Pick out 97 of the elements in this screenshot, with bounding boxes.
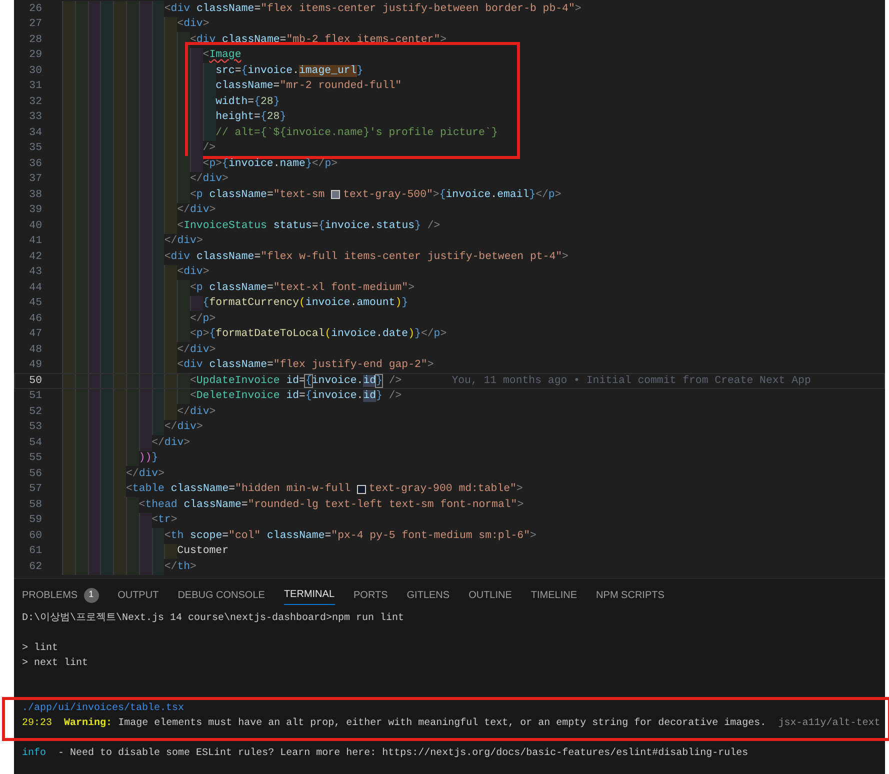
code-text: </div> <box>126 466 164 482</box>
code-text: <div> <box>177 265 210 280</box>
code-text: width={28} <box>216 94 280 110</box>
code-text: ))} <box>138 451 158 466</box>
code-text: </div> <box>164 234 203 250</box>
file-path: ./app/ui/invoices/table.tsx <box>22 702 184 716</box>
line-number: 45 <box>28 296 42 312</box>
terminal-output: > lint <box>22 642 58 656</box>
line-number: 62 <box>28 560 42 575</box>
line-number: 36 <box>28 156 42 172</box>
panel-tab[interactable]: GITLENS <box>406 585 450 605</box>
code-text: <DeleteInvoice id={invoice.id} /> <box>190 389 402 404</box>
code-text: src={invoice.image_url} <box>216 64 364 79</box>
code-text: text-gray-900 md:table"> <box>368 482 523 498</box>
line-number: 37 <box>28 172 42 188</box>
line-number: 46 <box>28 312 42 327</box>
terminal-command: D:\이상범\프로젝트\Next.js 14 course\nextjs-dashboard>npm run lint <box>22 612 404 626</box>
warning-message: 29:23 Warning: Image elements must have an alt prop, either with meaningful text, or an empty string for decorative images. jsx-a11y/alt-text <box>22 716 880 731</box>
code-text: <div className="flex items-center justify-between border-b pb-4"> <box>164 2 582 17</box>
line-number: 42 <box>28 250 42 265</box>
indent-guides-drawing <box>62 482 126 497</box>
line-number: 58 <box>28 498 42 513</box>
code-text: className="mr-2 rounded-full" <box>216 79 402 94</box>
blame-annotation: You, 11 months ago • Initial commit from Create Next App <box>452 374 811 389</box>
panel-tab[interactable]: PROBLEMS 1 <box>22 585 99 605</box>
code-text: <tr> <box>152 513 178 528</box>
code-text: <table className="hidden min-w-full <box>126 482 352 498</box>
line-number: 32 <box>28 94 42 110</box>
code-text: <p className="text-xl font-medium"> <box>190 280 414 296</box>
code-text: </th> <box>164 560 196 575</box>
line-number: 61 <box>28 544 42 560</box>
line-number: 43 <box>28 265 42 280</box>
code-text: </p> <box>190 312 216 327</box>
line-number: 35 <box>28 141 42 156</box>
line-number: 33 <box>28 110 42 126</box>
code-text: <InvoiceStatus status={invoice.status} /> <box>177 218 440 234</box>
code-text: </div> <box>177 404 216 420</box>
code-text: <thead className="rounded-lg text-left text-sm font-normal"> <box>138 498 524 513</box>
code-text: /> <box>202 141 216 156</box>
panel-tab[interactable]: NPM SCRIPTS <box>596 585 664 605</box>
panel-tab[interactable]: PORTS <box>354 585 388 605</box>
line-number: 50 <box>28 374 42 389</box>
line-number: 40 <box>28 218 42 234</box>
code-text: <div className="mb-2 flex items-center"> <box>190 32 447 48</box>
terminal-output: > next lint <box>22 656 88 671</box>
line-number: 60 <box>28 528 42 544</box>
code-text: <div className="flex justify-end gap-2"> <box>177 358 434 374</box>
code-text: Customer <box>177 544 228 560</box>
panel-tab[interactable]: OUTPUT <box>118 585 159 605</box>
line-number: 38 <box>28 188 42 203</box>
code-text: height={28} <box>216 110 286 126</box>
problem-count-badge: 1 <box>84 588 99 602</box>
line-number: 41 <box>28 234 42 250</box>
line-number: 39 <box>28 203 42 218</box>
code-text: </div> <box>177 342 216 358</box>
line-number: 49 <box>28 358 42 374</box>
line-number: 53 <box>28 420 42 436</box>
code-text: <div> <box>177 17 210 32</box>
indent-guides-drawing <box>62 466 126 482</box>
info-message: info - Need to disable some ESLint rules? Learn more here: https://nextjs.org/docs/basic-features/eslint#disabling-rules <box>22 746 748 761</box>
code-text: <div className="flex w-full items-center justify-between pt-4"> <box>164 250 568 265</box>
line-number: 27 <box>28 17 42 32</box>
code-text: </div> <box>164 420 203 436</box>
color-swatch-icon[interactable] <box>331 190 340 200</box>
line-number: 51 <box>28 389 42 404</box>
line-number: 47 <box>28 327 42 342</box>
line-number: 52 <box>28 404 42 420</box>
line-number: 54 <box>28 436 42 451</box>
line-number: 55 <box>28 451 42 466</box>
code-text: {formatCurrency(invoice.amount)} <box>202 296 408 312</box>
code-text: <p>{invoice.name}</p> <box>202 156 338 172</box>
code-text: <p className="text-sm <box>190 188 326 203</box>
code-text: <Image <box>202 48 242 64</box>
panel-tab[interactable]: TERMINAL <box>284 585 334 605</box>
line-number: 26 <box>28 2 42 17</box>
line-number: 31 <box>28 79 42 94</box>
line-number: 28 <box>28 32 42 48</box>
line-number: 34 <box>28 126 42 141</box>
code-text: text-gray-500">{invoice.email}</p> <box>343 188 562 203</box>
line-number: 56 <box>28 466 42 482</box>
line-number: 57 <box>28 482 42 498</box>
code-editor[interactable] <box>14 0 885 578</box>
code-text: </div> <box>177 203 216 218</box>
line-number: 44 <box>28 280 42 296</box>
line-number: 29 <box>28 48 42 64</box>
line-number: 30 <box>28 64 42 79</box>
panel-tab[interactable]: TIMELINE <box>530 585 578 605</box>
code-text: </div> <box>152 436 190 451</box>
line-number: 48 <box>28 342 42 358</box>
panel-tab[interactable]: OUTLINE <box>468 585 512 605</box>
code-text: // alt={`${invoice.name}'s profile picture`} <box>216 126 498 141</box>
code-text: </div> <box>190 172 228 188</box>
code-text: <th scope="col" className="px-4 py-5 font-medium sm:pl-6"> <box>164 528 536 544</box>
line-number: 59 <box>28 513 42 528</box>
panel-tab[interactable]: DEBUG CONSOLE <box>178 585 265 605</box>
color-swatch-icon[interactable] <box>356 484 366 494</box>
code-text: <p>{formatDateToLocal(invoice.date)}</p> <box>190 327 447 342</box>
